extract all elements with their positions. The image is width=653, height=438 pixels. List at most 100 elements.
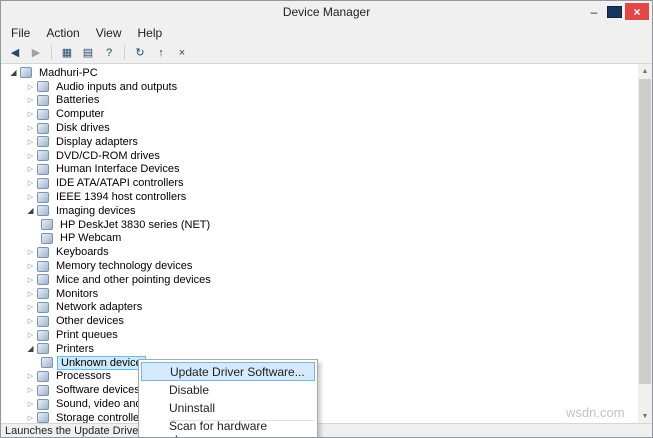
tree-item-label: IEEE 1394 host controllers <box>53 191 189 203</box>
tree-item[interactable]: ▷Storage controllers <box>1 411 638 423</box>
tree-item[interactable]: ▷ IEEE 1394 host controllers <box>1 190 638 204</box>
tree-item[interactable]: ▷Sound, video and game controllers <box>1 397 638 411</box>
expand-arrow-icon[interactable]: ▷ <box>24 372 37 380</box>
back-icon[interactable]: ◀ <box>5 44 25 62</box>
close-button[interactable]: × <box>625 3 649 20</box>
tree-item[interactable]: Unknown device <box>1 356 638 370</box>
expand-arrow-icon[interactable]: ▷ <box>24 193 37 201</box>
tree-item[interactable]: HP Webcam <box>1 232 638 246</box>
tree-item-label: Software devices <box>53 384 143 396</box>
expand-arrow-icon[interactable]: ▷ <box>24 165 37 173</box>
title-bar[interactable]: Device Manager – × <box>1 1 652 23</box>
processor-icon <box>37 371 49 382</box>
tree-item-label: Imaging devices <box>53 205 139 217</box>
scroll-up-icon[interactable]: ▲ <box>638 64 652 78</box>
disk-drive-icon <box>37 123 49 134</box>
tree-item[interactable]: ▷ Human Interface Devices <box>1 163 638 177</box>
collapse-arrow-icon[interactable]: ◢ <box>24 344 37 353</box>
tree-item[interactable]: ▷ Monitors <box>1 287 638 301</box>
forward-icon[interactable]: ▶ <box>26 44 46 62</box>
tree-item-label: Computer <box>53 108 107 120</box>
menu-help[interactable]: Help <box>130 24 171 42</box>
imaging-device-icon <box>41 219 53 230</box>
context-menu-item[interactable]: Uninstall <box>141 399 315 417</box>
collapse-arrow-icon[interactable]: ◢ <box>24 206 37 215</box>
tree-item[interactable]: ▷Print queues <box>1 328 638 342</box>
scroll-down-icon[interactable]: ▼ <box>638 409 652 423</box>
tree-item[interactable]: ▷IDE ATA/ATAPI controllers <box>1 176 638 190</box>
menu-view[interactable]: View <box>88 24 130 42</box>
network-adapter-icon <box>37 302 49 313</box>
audio-icon <box>37 81 49 92</box>
tree-item[interactable]: ▷ Processors <box>1 370 638 384</box>
tree-item[interactable]: HP DeskJet 3830 series (NET) <box>1 218 638 232</box>
minimize-button[interactable]: – <box>584 4 604 20</box>
expand-arrow-icon[interactable]: ▷ <box>24 110 37 118</box>
tree-item[interactable]: ▷Audio inputs and outputs <box>1 80 638 94</box>
expand-arrow-icon[interactable]: ▷ <box>24 317 37 325</box>
imaging-device-icon <box>37 205 49 216</box>
tree-item[interactable]: ▷ DVD/CD-ROM drives <box>1 149 638 163</box>
tree-item-label: Memory technology devices <box>53 260 195 272</box>
status-text: Launches the Update Drive <box>5 425 138 437</box>
tree-item[interactable]: ▷Display adapters <box>1 135 638 149</box>
context-menu-item[interactable]: Disable <box>141 381 315 399</box>
expand-arrow-icon[interactable]: ▷ <box>24 276 37 284</box>
tree-item[interactable]: ▷Batteries <box>1 94 638 108</box>
tree-item-label: Unknown device <box>57 356 146 370</box>
expand-arrow-icon[interactable]: ▷ <box>24 124 37 132</box>
expand-arrow-icon[interactable]: ▷ <box>24 152 37 160</box>
update-driver-icon[interactable]: ↑ <box>151 44 171 62</box>
expand-arrow-icon[interactable]: ▷ <box>24 83 37 91</box>
help-icon[interactable]: ? <box>99 44 119 62</box>
tree-item-label: Other devices <box>53 315 127 327</box>
uninstall-icon[interactable]: × <box>172 44 192 62</box>
expand-arrow-icon[interactable]: ▷ <box>24 400 37 408</box>
tree-item-label: Monitors <box>53 288 101 300</box>
tree-item[interactable]: ▷ Memory technology devices <box>1 259 638 273</box>
scrollbar-thumb[interactable] <box>639 79 651 384</box>
collapse-arrow-icon[interactable]: ◢ <box>7 68 20 77</box>
hid-icon <box>37 164 49 175</box>
tree-item[interactable]: ◢ Imaging devices <box>1 204 638 218</box>
ide-controller-icon <box>37 178 49 189</box>
menu-bar: FileActionViewHelp <box>1 23 652 42</box>
monitor-icon <box>37 288 49 299</box>
maximize-button[interactable] <box>607 6 622 18</box>
expand-arrow-icon[interactable]: ▷ <box>24 386 37 394</box>
tree-item[interactable]: ▷ Keyboards <box>1 245 638 259</box>
tree-item[interactable]: ▷ Software devices <box>1 383 638 397</box>
tree-item[interactable]: ▷Network adapters <box>1 301 638 315</box>
tree-item[interactable]: ▷ Computer <box>1 107 638 121</box>
tree-item-label: HP DeskJet 3830 series (NET) <box>57 219 213 231</box>
expand-arrow-icon[interactable]: ▷ <box>24 138 37 146</box>
expand-arrow-icon[interactable]: ▷ <box>24 303 37 311</box>
menu-file[interactable]: File <box>3 24 38 42</box>
tree-item-label: DVD/CD-ROM drives <box>53 150 163 162</box>
context-menu-item[interactable]: Update Driver Software... <box>141 362 315 381</box>
console-tree-icon[interactable]: ▦ <box>57 44 77 62</box>
memory-icon <box>37 261 49 272</box>
tree-item[interactable]: ▷ Other devices <box>1 314 638 328</box>
expand-arrow-icon[interactable]: ▷ <box>24 248 37 256</box>
properties-icon[interactable]: ▤ <box>78 44 98 62</box>
tree-item[interactable]: ▷Disk drives <box>1 121 638 135</box>
menu-action[interactable]: Action <box>38 24 87 42</box>
tree-item-label: Printers <box>53 343 97 355</box>
expand-arrow-icon[interactable]: ▷ <box>24 414 37 422</box>
context-menu-item[interactable]: Scan for hardware changes <box>141 424 315 438</box>
expand-arrow-icon[interactable]: ▷ <box>24 96 37 104</box>
expand-arrow-icon[interactable]: ▷ <box>24 179 37 187</box>
expand-arrow-icon[interactable]: ▷ <box>24 290 37 298</box>
other-device-icon <box>37 316 49 327</box>
tree-item-label: Processors <box>53 370 114 382</box>
tree-item[interactable]: ▷Mice and other pointing devices <box>1 273 638 287</box>
tree-item[interactable]: ◢ Printers <box>1 342 638 356</box>
expand-arrow-icon[interactable]: ▷ <box>24 331 37 339</box>
expand-arrow-icon[interactable]: ▷ <box>24 262 37 270</box>
tree-item-label: Human Interface Devices <box>53 163 183 175</box>
tree-item-label: Keyboards <box>53 246 112 258</box>
tree-item[interactable]: ◢Madhuri-PC <box>1 66 638 80</box>
vertical-scrollbar[interactable]: ▲ ▼ <box>638 64 652 423</box>
scan-hardware-icon[interactable]: ↻ <box>130 44 150 62</box>
